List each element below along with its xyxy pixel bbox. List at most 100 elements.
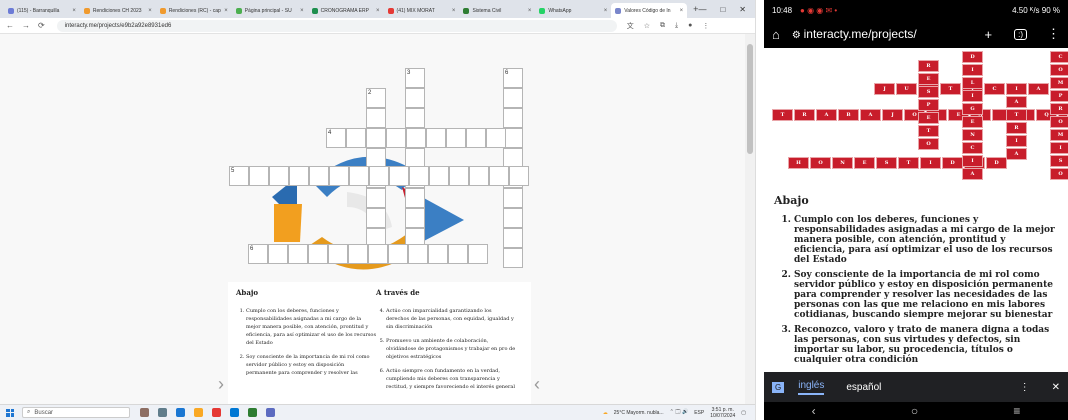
crossword-cell-filled[interactable]: U: [896, 83, 917, 95]
minimize-button[interactable]: —: [698, 5, 706, 14]
crossword-cell-filled[interactable]: T: [940, 83, 961, 95]
extensions-icon[interactable]: ⧉: [660, 22, 665, 30]
crossword-cell-filled[interactable]: O: [1050, 116, 1068, 128]
language-indicator[interactable]: ESP: [694, 410, 704, 416]
crossword-cell-filled[interactable]: G: [962, 103, 983, 115]
crossword-cell-filled[interactable]: D: [986, 157, 1007, 169]
crossword-cell[interactable]: [469, 166, 489, 186]
browser-tab[interactable]: Página principal - SU ×: [232, 3, 308, 18]
crossword-cell-filled[interactable]: M: [1050, 129, 1068, 141]
tray-icons[interactable]: ⌃ 🗔 🔊: [670, 409, 689, 417]
crossword-cell[interactable]: [308, 244, 328, 264]
back-icon[interactable]: ←: [6, 21, 14, 30]
tab-close-icon[interactable]: ×: [528, 8, 532, 14]
across-clue[interactable]: Promuevo un ambiente de colaboración, ol…: [386, 337, 516, 361]
recents-nav-icon[interactable]: ≡: [1013, 404, 1020, 418]
crossword-cell[interactable]: [405, 148, 425, 168]
crossword-cell-filled[interactable]: H: [788, 157, 809, 169]
crossword-cell[interactable]: [428, 244, 448, 264]
crossword-cell-filled[interactable]: P: [1050, 90, 1068, 102]
crossword-cell[interactable]: [503, 228, 523, 248]
crossword-cell[interactable]: [503, 248, 523, 268]
profile-icon[interactable]: ●: [688, 22, 692, 29]
translate-icon[interactable]: G: [772, 381, 785, 393]
crossword-cell-filled[interactable]: T: [772, 109, 793, 121]
close-window-button[interactable]: ✕: [739, 5, 746, 14]
crossword-cell[interactable]: [503, 188, 523, 208]
crossword-cell-filled[interactable]: O: [1050, 168, 1068, 180]
crossword-cell[interactable]: [309, 166, 329, 186]
browser-tab[interactable]: (115) - Barranquilla ×: [4, 3, 80, 18]
landscape-app-icon[interactable]: [140, 408, 149, 417]
crossword-cell[interactable]: [366, 148, 386, 168]
crossword-cell-filled[interactable]: O: [1050, 64, 1068, 76]
crossword-cell[interactable]: [348, 244, 368, 264]
edge-icon[interactable]: [176, 408, 185, 417]
crossword-cell[interactable]: [366, 128, 386, 148]
crossword-cell-filled[interactable]: D: [942, 157, 963, 169]
crossword-cell-filled[interactable]: E: [962, 116, 983, 128]
phone-menu-icon[interactable]: ⋮: [1047, 26, 1060, 42]
crossword-cell[interactable]: [503, 208, 523, 228]
crossword-cell[interactable]: [468, 244, 488, 264]
crossword-cell-filled[interactable]: I: [1050, 142, 1068, 154]
phone-clue[interactable]: Reconozco, valoro y trato de manera dign…: [794, 325, 1058, 365]
crossword-cell[interactable]: [409, 166, 429, 186]
crossword-cell-filled[interactable]: E: [854, 157, 875, 169]
crossword-cell-filled[interactable]: C: [1050, 51, 1068, 63]
crossword-cell-filled[interactable]: R: [918, 60, 939, 72]
crossword-cell-filled[interactable]: C: [962, 142, 983, 154]
crossword-cell-filled[interactable]: I: [1006, 135, 1027, 147]
crossword-cell-filled[interactable]: A: [816, 109, 837, 121]
crossword-cell[interactable]: [268, 244, 288, 264]
task-view-icon[interactable]: [158, 408, 167, 417]
crossword-cell[interactable]: [388, 244, 408, 264]
language-english-tab[interactable]: inglés: [798, 380, 825, 395]
crossword-cell-filled[interactable]: I: [962, 64, 983, 76]
back-nav-icon[interactable]: ‹: [812, 404, 816, 418]
crossword-cell[interactable]: [405, 208, 425, 228]
crossword-cell[interactable]: [503, 128, 523, 148]
crossword-cell-filled[interactable]: T: [1006, 109, 1027, 121]
crossword-cell[interactable]: [386, 128, 406, 148]
teams-icon[interactable]: [266, 408, 275, 417]
crossword-cell[interactable]: [408, 244, 428, 264]
crossword-cell[interactable]: [405, 108, 425, 128]
crossword-cell-filled[interactable]: A: [1028, 83, 1049, 95]
taskbar-search[interactable]: ⌕ Buscar: [22, 407, 130, 418]
crossword-cell-filled[interactable]: I: [920, 157, 941, 169]
tab-close-icon[interactable]: ×: [72, 8, 76, 14]
prev-arrow-icon[interactable]: ›: [218, 374, 224, 395]
crossword-cell[interactable]: [269, 166, 289, 186]
reload-icon[interactable]: ⟳: [38, 21, 45, 30]
crossword-cell-filled[interactable]: R: [1006, 122, 1027, 134]
new-tab-icon[interactable]: +: [985, 27, 993, 42]
home-nav-icon[interactable]: ○: [911, 404, 918, 418]
chrome-icon[interactable]: [212, 408, 221, 417]
crossword-cell-filled[interactable]: O: [918, 138, 939, 150]
next-arrow-icon[interactable]: ‹: [534, 374, 540, 395]
crossword-cell-filled[interactable]: D: [962, 51, 983, 63]
close-icon[interactable]: ✕: [1052, 382, 1060, 393]
crossword-cell-filled[interactable]: S: [876, 157, 897, 169]
crossword-cell[interactable]: [346, 128, 366, 148]
crossword-cell[interactable]: [249, 166, 269, 186]
crossword-cell[interactable]: [503, 148, 523, 168]
url-field[interactable]: interacty.me/projects/e9b2a92e8931ed6: [56, 19, 617, 32]
tab-close-icon[interactable]: ×: [604, 8, 608, 14]
crossword-cell-filled[interactable]: A: [860, 109, 881, 121]
crossword-cell-filled[interactable]: S: [1050, 155, 1068, 167]
browser-tab[interactable]: Rendiciones CH 2023 ×: [80, 3, 156, 18]
weather-text[interactable]: 25°C Mayorm. nubla...: [614, 410, 664, 416]
menu-dots-icon[interactable]: ⋮: [702, 22, 709, 30]
down-clue[interactable]: Soy consciente de la importancia de mi r…: [246, 353, 376, 377]
crossword-cell[interactable]: [405, 88, 425, 108]
clock[interactable]: 3:51 p. m. 10/07/2024: [710, 407, 735, 419]
home-icon[interactable]: ⌂: [772, 27, 780, 42]
crossword-cell-filled[interactable]: A: [962, 168, 983, 180]
language-spanish-tab[interactable]: español: [846, 382, 881, 393]
crossword-cell-filled[interactable]: P: [918, 99, 939, 111]
crossword-cell[interactable]: [449, 166, 469, 186]
phone-clue[interactable]: Cumplo con los deberes, funciones y resp…: [794, 215, 1058, 265]
crossword-cell-filled[interactable]: B: [838, 109, 859, 121]
